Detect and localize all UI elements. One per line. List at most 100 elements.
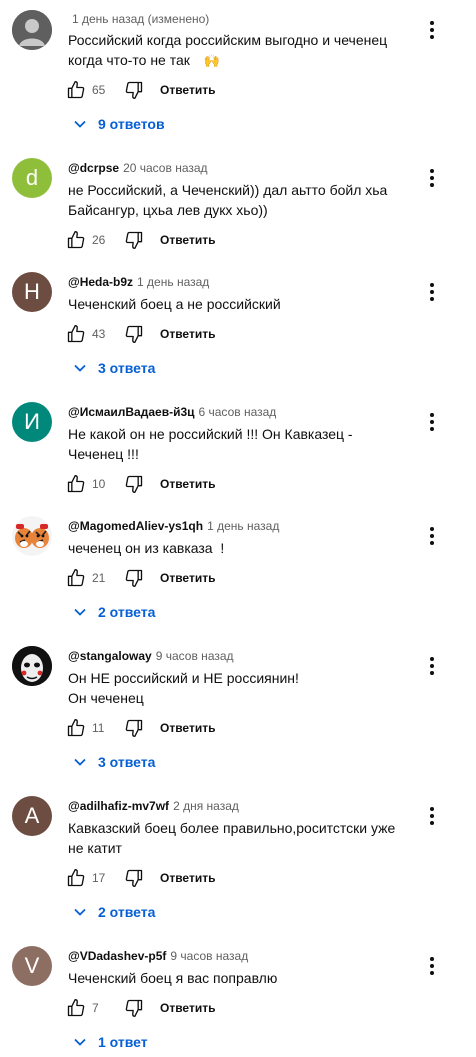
more-vert-icon	[430, 527, 434, 545]
more-actions-button[interactable]	[420, 166, 444, 190]
dislike-button[interactable]	[122, 228, 146, 252]
like-button[interactable]	[64, 716, 88, 740]
thumb-down-icon	[125, 325, 143, 343]
comment-actions: 26 Ответить	[64, 228, 215, 252]
comment-text: Не какой он не российский !!! Он Кавказе…	[68, 424, 408, 464]
reply-button[interactable]: Ответить	[160, 721, 215, 735]
view-replies-button[interactable]: 9 ответов	[68, 112, 165, 136]
avatar[interactable]: A	[12, 796, 52, 836]
more-actions-button[interactable]	[420, 954, 444, 978]
view-replies-button[interactable]: 2 ответа	[68, 900, 155, 924]
comment-author[interactable]: @MagomedAliev-ys1qh	[68, 519, 203, 533]
like-button[interactable]	[64, 566, 88, 590]
comment-text-line: не Российский, а Чеченский)) дал аьтто б…	[68, 182, 388, 198]
comment-text-line: Он НЕ российский и НЕ россиянин!	[68, 670, 299, 686]
view-replies-button[interactable]: 3 ответа	[68, 356, 155, 380]
thumb-down-icon	[125, 719, 143, 737]
comment-actions: 43 Ответить	[64, 322, 215, 346]
more-actions-button[interactable]	[420, 654, 444, 678]
replies-count: 3 ответа	[98, 360, 156, 376]
dislike-button[interactable]	[122, 716, 146, 740]
reply-button[interactable]: Ответить	[160, 1001, 215, 1015]
comment-author[interactable]: @stangaloway	[68, 649, 152, 663]
emoji: 🙌	[203, 53, 221, 68]
comment-text-line: Байсангур, цхьа лев дукх хьо))	[68, 202, 268, 218]
comment-time: 6 часов назад	[198, 405, 277, 419]
comment-header: @MagomedAliev-ys1qh 1 день назад	[68, 518, 279, 534]
comment-text-line: не катит	[68, 840, 122, 856]
avatar-letter: И	[24, 409, 40, 434]
view-replies-button[interactable]: 3 ответа	[68, 750, 155, 774]
view-replies-button[interactable]: 1 ответ	[68, 1030, 148, 1054]
comment-text-line: Он чеченец	[68, 690, 144, 706]
comment-actions: 11 Ответить	[64, 716, 215, 740]
dislike-button[interactable]	[122, 996, 146, 1020]
avatar[interactable]: d	[12, 158, 52, 198]
dislike-button[interactable]	[122, 78, 146, 102]
reply-button[interactable]: Ответить	[160, 327, 215, 341]
mask-avatar-image	[12, 646, 52, 686]
comment-header: @adilhafiz-mv7wf 2 дня назад	[68, 798, 239, 814]
more-actions-button[interactable]	[420, 280, 444, 304]
comment-text: Чеченский боец а не российский	[68, 294, 408, 314]
avatar[interactable]	[12, 10, 52, 50]
reply-button[interactable]: Ответить	[160, 477, 215, 491]
avatar[interactable]: H	[12, 272, 52, 312]
dislike-button[interactable]	[122, 866, 146, 890]
more-vert-icon	[430, 807, 434, 825]
comment-text: Российский когда российским выгодно и че…	[68, 30, 408, 71]
reply-button[interactable]: Ответить	[160, 871, 215, 885]
avatar[interactable]: И	[12, 402, 52, 442]
like-count: 43	[92, 327, 106, 341]
default-user-icon	[12, 10, 52, 50]
avatar[interactable]	[12, 516, 52, 556]
more-actions-button[interactable]	[420, 524, 444, 548]
thumb-down-icon	[125, 231, 143, 249]
like-count: 21	[92, 571, 106, 585]
dislike-button[interactable]	[122, 566, 146, 590]
reply-button[interactable]: Ответить	[160, 233, 215, 247]
thumb-up-icon	[67, 999, 85, 1017]
thumb-up-icon	[67, 325, 85, 343]
more-vert-icon	[430, 657, 434, 675]
like-button[interactable]	[64, 78, 88, 102]
like-button[interactable]	[64, 996, 88, 1020]
reply-button[interactable]: Ответить	[160, 571, 215, 585]
dislike-button[interactable]	[122, 472, 146, 496]
chevron-down-icon	[68, 112, 92, 136]
avatar[interactable]: V	[12, 946, 52, 986]
dislike-button[interactable]	[122, 322, 146, 346]
avatar[interactable]	[12, 646, 52, 686]
comment-author[interactable]: @VDadashev-p5f	[68, 949, 166, 963]
like-button[interactable]	[64, 866, 88, 890]
comment-text: чеченец он из кавказа !	[68, 538, 408, 558]
comment-author[interactable]: @adilhafiz-mv7wf	[68, 799, 169, 813]
comment-text: Чеченский боец я вас поправлю	[68, 968, 408, 988]
comment-author[interactable]: @ИсмаилВадаев-й3ц	[68, 405, 195, 419]
like-button[interactable]	[64, 472, 88, 496]
tiger-avatar-image	[12, 516, 52, 556]
more-actions-button[interactable]	[420, 410, 444, 434]
like-button[interactable]	[64, 228, 88, 252]
like-button[interactable]	[64, 322, 88, 346]
thumb-up-icon	[67, 569, 85, 587]
thumb-down-icon	[125, 475, 143, 493]
comment-text-line-content: когда что-то не так	[68, 52, 190, 68]
more-actions-button[interactable]	[420, 804, 444, 828]
replies-count: 9 ответов	[98, 116, 165, 132]
more-vert-icon	[430, 283, 434, 301]
chevron-down-icon	[68, 900, 92, 924]
comment-text-line: Чеченский боец я вас поправлю	[68, 970, 278, 986]
chevron-down-icon	[68, 1030, 92, 1054]
comment-time: 9 часов назад	[170, 949, 249, 963]
like-count: 7	[92, 1001, 99, 1015]
more-actions-button[interactable]	[420, 18, 444, 42]
comment-author[interactable]: @Heda-b9z	[68, 275, 133, 289]
comment-header: @dcrpse 20 часов назад	[68, 160, 208, 176]
reply-button[interactable]: Ответить	[160, 83, 215, 97]
like-count: 65	[92, 83, 106, 97]
more-vert-icon	[430, 21, 434, 39]
comment-author[interactable]: @dcrpse	[68, 161, 119, 175]
view-replies-button[interactable]: 2 ответа	[68, 600, 155, 624]
comment-header: @Heda-b9z 1 день назад	[68, 274, 209, 290]
